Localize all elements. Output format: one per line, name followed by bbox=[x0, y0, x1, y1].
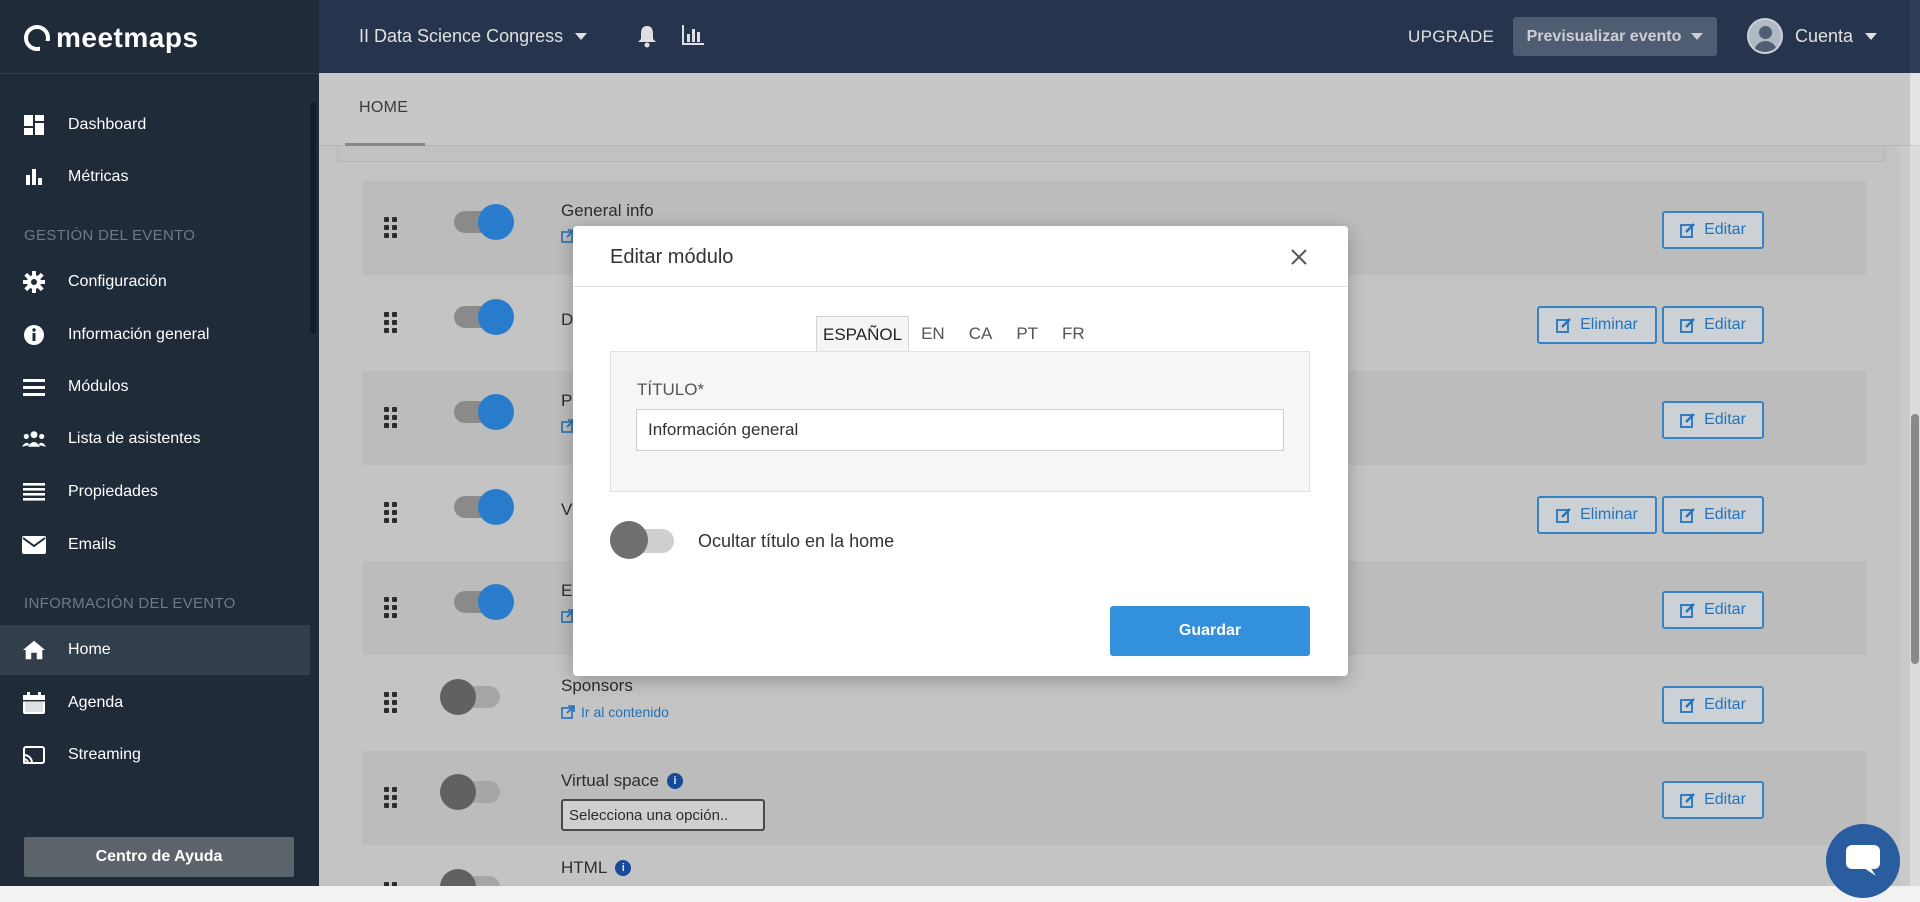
sidebar-item-label: Lista de asistentes bbox=[68, 430, 201, 447]
sidebar-item-home[interactable]: Home bbox=[0, 625, 310, 675]
sidebar-divider bbox=[0, 73, 319, 74]
sidebar-item-label: Agenda bbox=[68, 694, 124, 711]
title-input[interactable] bbox=[636, 409, 1284, 451]
sidebar-item-label: Métricas bbox=[68, 168, 129, 185]
sidebar-item-label: Streaming bbox=[68, 746, 141, 763]
sidebar-item-informacion-general[interactable]: Información general bbox=[0, 310, 310, 360]
sidebar-section-informacion: INFORMACIÓN DEL EVENTO bbox=[24, 595, 236, 612]
envelope-icon bbox=[22, 533, 46, 557]
tab-lang-es[interactable]: ESPAÑOL bbox=[816, 316, 910, 352]
sidebar-item-propiedades[interactable]: Propiedades bbox=[0, 467, 310, 517]
home-icon bbox=[22, 638, 46, 662]
sidebar-item-label: Home bbox=[68, 641, 111, 658]
bar-chart-icon bbox=[22, 165, 46, 189]
page-footer-strip bbox=[0, 886, 1920, 902]
sidebar-item-label: Módulos bbox=[68, 378, 129, 395]
menu-icon bbox=[22, 375, 46, 399]
sidebar-item-modulos[interactable]: Módulos bbox=[0, 362, 310, 412]
sidebar-item-emails[interactable]: Emails bbox=[0, 520, 310, 570]
close-icon[interactable] bbox=[1289, 247, 1309, 267]
info-icon bbox=[22, 323, 46, 347]
tab-lang-pt[interactable]: PT bbox=[1004, 316, 1050, 352]
help-center-button[interactable]: Centro de Ayuda bbox=[24, 837, 294, 877]
gear-icon bbox=[22, 270, 46, 294]
chat-button[interactable] bbox=[1826, 824, 1900, 898]
hide-title-label: Ocultar título en la home bbox=[698, 531, 895, 551]
title-field-label: TÍTULO* bbox=[637, 380, 705, 399]
tab-lang-en[interactable]: EN bbox=[909, 316, 957, 352]
sidebar: meetmaps Dashboard Métricas GESTIÓN DEL … bbox=[0, 0, 319, 902]
chat-bubble-icon bbox=[1846, 845, 1880, 876]
tab-lang-fr[interactable]: FR bbox=[1050, 316, 1097, 352]
sidebar-item-streaming[interactable]: Streaming bbox=[0, 730, 310, 780]
title-form-panel: TÍTULO* bbox=[610, 351, 1310, 492]
dashboard-icon bbox=[22, 113, 46, 137]
list-icon bbox=[22, 480, 46, 504]
sidebar-item-label: Propiedades bbox=[68, 483, 158, 500]
sidebar-item-label: Emails bbox=[68, 536, 117, 553]
sidebar-item-label: Dashboard bbox=[68, 116, 147, 133]
sidebar-item-metricas[interactable]: Métricas bbox=[0, 152, 310, 202]
sidebar-item-label: Información general bbox=[68, 326, 210, 343]
sidebar-scrollbar[interactable] bbox=[310, 102, 316, 334]
sidebar-item-dashboard[interactable]: Dashboard bbox=[0, 100, 310, 150]
logo-mark-icon bbox=[24, 25, 50, 51]
users-icon bbox=[22, 427, 46, 451]
sidebar-section-gestion: GESTIÓN DEL EVENTO bbox=[24, 227, 196, 244]
brand-name: meetmaps bbox=[56, 22, 199, 53]
hide-title-toggle[interactable] bbox=[610, 521, 674, 559]
brand-logo[interactable]: meetmaps bbox=[24, 22, 199, 54]
dialog-header: Editar módulo bbox=[573, 226, 1348, 287]
save-button[interactable]: Guardar bbox=[1110, 606, 1310, 656]
content-scrollbar[interactable] bbox=[1910, 146, 1920, 886]
dialog-title: Editar módulo bbox=[610, 246, 734, 268]
sidebar-item-configuracion[interactable]: Configuración bbox=[0, 257, 310, 307]
tab-lang-ca[interactable]: CA bbox=[957, 316, 1005, 352]
sidebar-item-label: Configuración bbox=[68, 273, 167, 290]
sidebar-item-agenda[interactable]: Agenda bbox=[0, 678, 310, 728]
cast-icon bbox=[22, 743, 46, 767]
language-tabs: ESPAÑOL EN CA PT FR bbox=[816, 316, 1097, 352]
calendar-icon bbox=[22, 691, 46, 715]
edit-module-dialog: Editar módulo ESPAÑOL EN CA PT FR TÍTULO… bbox=[573, 226, 1348, 676]
sidebar-item-lista-asistentes[interactable]: Lista de asistentes bbox=[0, 414, 310, 464]
